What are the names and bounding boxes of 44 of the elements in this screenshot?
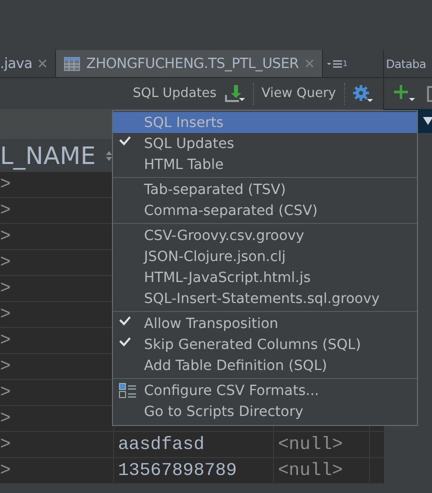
- table-cell: <null>: [278, 434, 343, 454]
- table-cell: >: [0, 304, 11, 324]
- table-cell: >: [0, 252, 11, 272]
- table-cell: 13567898789: [118, 460, 237, 480]
- table-cell: >: [0, 226, 11, 246]
- table-cell: >: [0, 434, 11, 454]
- menu-item[interactable]: JSON-Clojure.json.clj: [113, 246, 417, 267]
- menu-item[interactable]: SQL Updates: [113, 133, 417, 154]
- table-cell: >: [0, 200, 11, 220]
- tab-list-button[interactable]: 1: [322, 50, 352, 77]
- view-query-button[interactable]: View Query: [262, 86, 336, 101]
- table-cell: >: [0, 356, 11, 376]
- menu-item[interactable]: Comma-separated (CSV): [113, 200, 417, 221]
- column-header[interactable]: L_NAME: [0, 142, 96, 170]
- table-cell: >: [0, 278, 11, 298]
- menu-item[interactable]: CSV-Groovy.csv.groovy: [113, 225, 417, 246]
- close-icon[interactable]: [38, 59, 48, 68]
- panel-tab[interactable]: Databa: [386, 56, 426, 70]
- add-icon[interactable]: [394, 84, 416, 102]
- table-cell: aasdfasd: [118, 434, 204, 454]
- table-cell: >: [0, 382, 11, 402]
- table-cell: >: [0, 330, 11, 350]
- menu-item[interactable]: HTML Table: [113, 154, 417, 175]
- menu-item[interactable]: Configure CSV Formats...: [113, 380, 417, 401]
- table-icon: [64, 56, 80, 72]
- editor-tab[interactable]: ZHONGFUCHENG.TS_PTL_USER: [56, 50, 323, 77]
- format-selector[interactable]: SQL Updates: [132, 86, 216, 101]
- menu-item[interactable]: Go to Scripts Directory: [113, 401, 417, 422]
- dropdown-icon[interactable]: [423, 117, 432, 125]
- table-cell: >: [0, 460, 11, 480]
- table-cell: <null>: [278, 460, 343, 480]
- settings-icon[interactable]: [353, 84, 373, 102]
- close-icon[interactable]: [304, 59, 314, 68]
- menu-item[interactable]: Allow Transposition: [113, 313, 417, 334]
- menu-item[interactable]: HTML-JavaScript.html.js: [113, 267, 417, 288]
- menu-item[interactable]: Tab-separated (TSV): [113, 179, 417, 200]
- table-cell: >: [0, 174, 11, 194]
- menu-item[interactable]: Add Table Definition (SQL): [113, 355, 417, 376]
- list-icon[interactable]: [326, 58, 343, 68]
- menu-item[interactable]: SQL-Insert-Statements.sql.groovy: [113, 288, 417, 309]
- checklist-icon: [119, 383, 137, 399]
- menu-item[interactable]: Skip Generated Columns (SQL): [113, 334, 417, 355]
- table-cell: >: [0, 408, 11, 428]
- download-icon[interactable]: [224, 84, 244, 102]
